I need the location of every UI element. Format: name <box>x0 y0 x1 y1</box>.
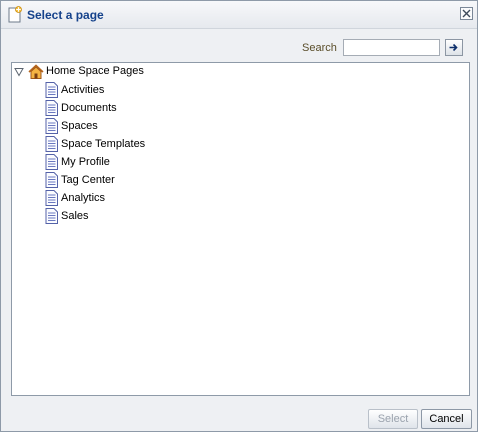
tree-item-label: Activities <box>61 84 105 96</box>
search-input[interactable] <box>343 39 440 56</box>
tree-item-label: Analytics <box>61 192 106 204</box>
cancel-button[interactable]: Cancel <box>421 409 472 429</box>
tree-root-label: Home Space Pages <box>46 65 144 77</box>
dialog-title: Select a page <box>27 8 104 22</box>
page-icon <box>45 118 58 134</box>
tree-item-label: Spaces <box>61 120 98 132</box>
select-button[interactable]: Select <box>368 409 418 429</box>
close-button[interactable] <box>460 7 473 20</box>
search-label: Search <box>302 42 337 54</box>
page-icon <box>45 208 58 224</box>
page-tree[interactable]: Home Space Pages Activities Documents Sp… <box>11 62 470 396</box>
search-go-button[interactable] <box>445 39 463 56</box>
tree-item-label: Space Templates <box>61 138 146 150</box>
page-icon <box>45 100 58 116</box>
tree-item-label: Sales <box>61 210 89 222</box>
page-icon <box>45 190 58 206</box>
tree-item-label: Tag Center <box>61 174 115 186</box>
page-icon <box>45 82 58 98</box>
new-page-icon <box>7 6 23 23</box>
home-icon <box>28 64 44 80</box>
tree-item-label: My Profile <box>61 156 110 168</box>
tree-item-label: Documents <box>61 102 117 114</box>
page-icon <box>45 172 58 188</box>
collapse-triangle-icon[interactable] <box>14 67 24 77</box>
page-icon <box>45 154 58 170</box>
page-icon <box>45 136 58 152</box>
select-page-dialog: Select a page Search Home Space Pages Ac… <box>0 0 478 432</box>
dialog-titlebar[interactable]: Select a page <box>1 1 477 29</box>
